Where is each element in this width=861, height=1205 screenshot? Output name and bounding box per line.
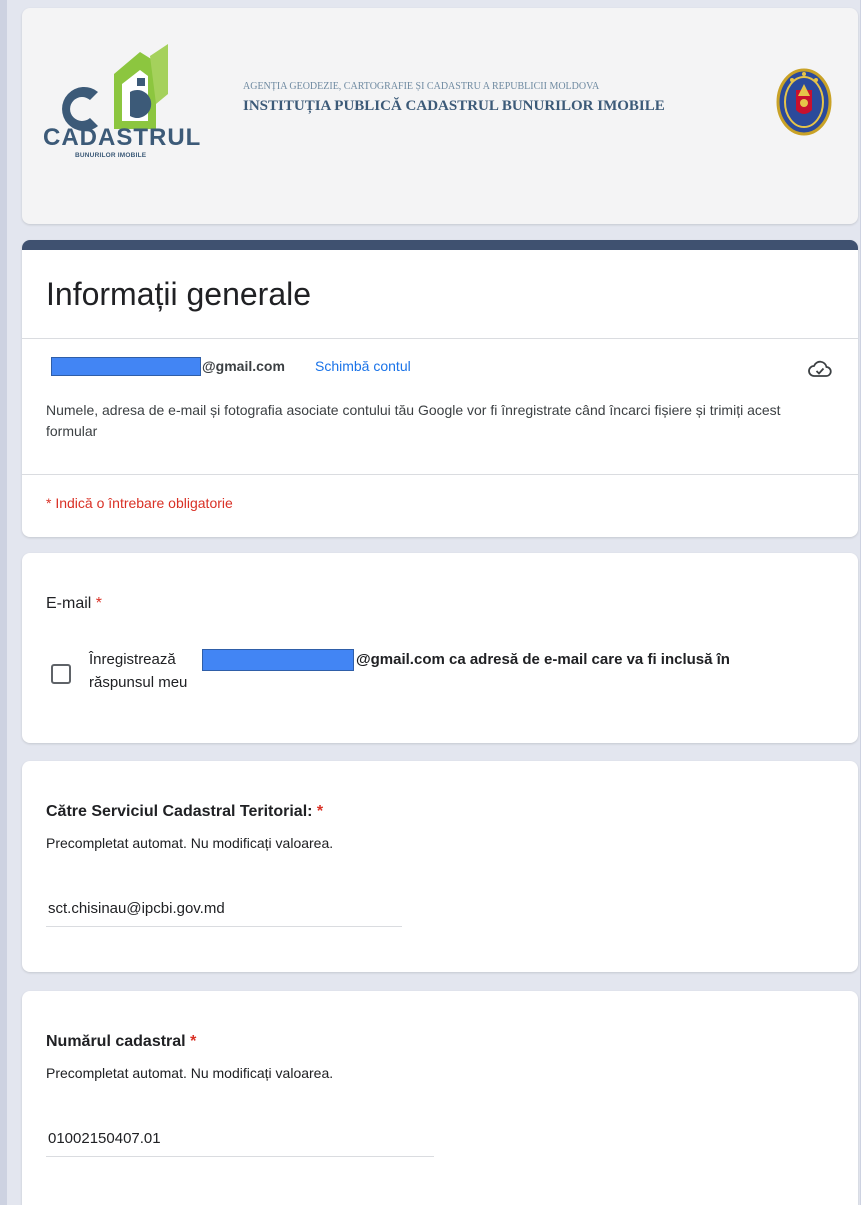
record-email-checkbox[interactable]: [51, 664, 71, 684]
cadastrul-logo: [62, 44, 168, 131]
agency-name: AGENȚIA GEODEZIE, CARTOGRAFIE ȘI CADASTR…: [243, 81, 600, 92]
form-page: CADASTRUL BUNURILOR IMOBILE AGENȚIA GEOD…: [7, 0, 860, 1205]
checkbox-suffix-text: @gmail.com ca adresă de e-mail care va f…: [356, 651, 730, 668]
header-banner: CADASTRUL BUNURILOR IMOBILE AGENȚIA GEOD…: [22, 8, 858, 224]
logo-subtitle: BUNURILOR IMOBILE: [75, 152, 147, 159]
privacy-notice: Numele, adresa de e-mail și fotografia a…: [46, 402, 781, 439]
divider: [22, 474, 858, 475]
required-asterisk: *: [190, 1033, 197, 1050]
question-label: Numărul cadastral *: [46, 1033, 196, 1051]
cloud-done-icon: [808, 360, 832, 377]
question-help: Precompletat automat. Nu modificați valo…: [46, 835, 334, 851]
required-asterisk: *: [95, 595, 103, 612]
required-note: * Indică o întrebare obligatorie: [46, 495, 233, 511]
coat-of-arms-icon: [776, 68, 832, 136]
redacted-email: [202, 649, 354, 671]
checkbox-label-suffix: @gmail.com ca adresă de e-mail care va f…: [356, 651, 730, 668]
email-label-text: E-mail: [46, 595, 92, 612]
accent-bar: [22, 240, 858, 250]
switch-account-link[interactable]: Schimbă contul: [315, 358, 411, 374]
question-label-text: Numărul cadastral: [46, 1033, 186, 1050]
cadastral-number-input[interactable]: [46, 1121, 434, 1157]
checkbox-label-prefix: Înregistrează: [89, 651, 176, 668]
required-asterisk: *: [316, 803, 324, 820]
divider: [22, 338, 858, 339]
institution-name: INSTITUȚIA PUBLICĂ CADASTRUL BUNURILOR I…: [243, 98, 665, 114]
checkbox-label-line2: răspunsul meu: [89, 674, 188, 691]
question-label: Către Serviciul Cadastral Teritorial: *: [46, 803, 323, 821]
question-label-text: Către Serviciul Cadastral Teritorial:: [46, 803, 313, 820]
email-question-card: E-mail * Înregistrează @gmail.com ca adr…: [22, 553, 858, 743]
form-header-card: Informații generale @gmail.com Schimbă c…: [22, 240, 858, 537]
redacted-email: [51, 357, 201, 376]
logo-wordmark: CADASTRUL: [43, 124, 202, 151]
form-title: Informații generale: [46, 276, 312, 312]
email-question-label: E-mail *: [46, 595, 102, 613]
question-card-cadastral-number: Numărul cadastral * Precompletat automat…: [22, 991, 858, 1205]
account-email: @gmail.com: [202, 358, 285, 374]
territorial-service-input[interactable]: [46, 891, 402, 927]
question-card-territorial-service: Către Serviciul Cadastral Teritorial: * …: [22, 761, 858, 972]
question-help: Precompletat automat. Nu modificați valo…: [46, 1065, 334, 1081]
